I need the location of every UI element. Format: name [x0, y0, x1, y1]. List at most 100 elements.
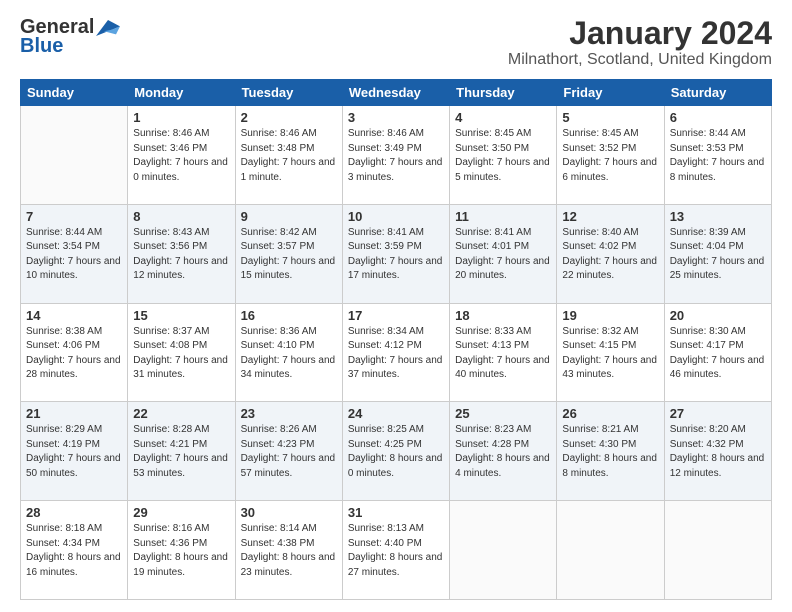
day-number: 15 — [133, 308, 229, 323]
day-number: 30 — [241, 505, 337, 520]
calendar-week-row: 7Sunrise: 8:44 AMSunset: 3:54 PMDaylight… — [21, 204, 772, 303]
header-tuesday: Tuesday — [235, 80, 342, 106]
table-row: 6 Sunrise: 8:44 AMSunset: 3:53 PMDaylight… — [664, 106, 771, 205]
day-number: 14 — [26, 308, 122, 323]
table-row: 10 Sunrise: 8:41 AMSunset: 3:59 PMDayligh… — [342, 204, 449, 303]
day-number: 1 — [133, 110, 229, 125]
day-info: Sunrise: 8:34 AMSunset: 4:12 PMDaylight:… — [348, 325, 444, 383]
header: General Blue January 2024 Milnathort, Sc… — [20, 16, 772, 69]
logo: General Blue — [20, 16, 120, 58]
table-row: 23 Sunrise: 8:26 AMSunset: 4:23 PMDayligh… — [235, 402, 342, 501]
day-number: 2 — [241, 110, 337, 125]
day-info: Sunrise: 8:37 AMSunset: 4:08 PMDaylight:… — [133, 325, 229, 383]
day-info: Sunrise: 8:46 AMSunset: 3:49 PMDaylight:… — [348, 127, 444, 185]
table-row: 5 Sunrise: 8:45 AMSunset: 3:52 PMDaylight… — [557, 106, 664, 205]
day-number: 3 — [348, 110, 444, 125]
calendar-week-row: 14 Sunrise: 8:38 AMSunset: 4:06 PMDayligh… — [21, 303, 772, 402]
day-info: Sunrise: 8:46 AMSunset: 3:48 PMDaylight:… — [241, 127, 337, 185]
day-number: 6 — [670, 110, 766, 125]
day-info: Sunrise: 8:28 AMSunset: 4:21 PMDaylight:… — [133, 423, 229, 481]
day-info: Sunrise: 8:44 AMSunset: 3:53 PMDaylight:… — [670, 127, 766, 185]
day-number: 12 — [562, 209, 658, 224]
logo-blue: Blue — [20, 35, 63, 58]
day-info: Sunrise: 8:44 AMSunset: 3:54 PMDaylight:… — [26, 226, 122, 284]
table-row: 29 Sunrise: 8:16 AMSunset: 4:36 PMDayligh… — [128, 501, 235, 600]
day-number: 31 — [348, 505, 444, 520]
header-wednesday: Wednesday — [342, 80, 449, 106]
table-row: 11 Sunrise: 8:41 AMSunset: 4:01 PMDayligh… — [450, 204, 557, 303]
day-info: Sunrise: 8:36 AMSunset: 4:10 PMDaylight:… — [241, 325, 337, 383]
header-thursday: Thursday — [450, 80, 557, 106]
day-number: 22 — [133, 406, 229, 421]
table-row: 15 Sunrise: 8:37 AMSunset: 4:08 PMDayligh… — [128, 303, 235, 402]
table-row: 27 Sunrise: 8:20 AMSunset: 4:32 PMDayligh… — [664, 402, 771, 501]
table-row — [664, 501, 771, 600]
table-row: 13Sunrise: 8:39 AMSunset: 4:04 PMDayligh… — [664, 204, 771, 303]
day-number: 5 — [562, 110, 658, 125]
day-info: Sunrise: 8:18 AMSunset: 4:34 PMDaylight:… — [26, 522, 122, 580]
day-number: 21 — [26, 406, 122, 421]
table-row: 18 Sunrise: 8:33 AMSunset: 4:13 PMDayligh… — [450, 303, 557, 402]
day-info: Sunrise: 8:16 AMSunset: 4:36 PMDaylight:… — [133, 522, 229, 580]
day-number: 24 — [348, 406, 444, 421]
table-row: 8Sunrise: 8:43 AMSunset: 3:56 PMDaylight… — [128, 204, 235, 303]
day-number: 25 — [455, 406, 551, 421]
day-number: 26 — [562, 406, 658, 421]
day-info: Sunrise: 8:29 AMSunset: 4:19 PMDaylight:… — [26, 423, 122, 481]
calendar-week-row: 28Sunrise: 8:18 AMSunset: 4:34 PMDayligh… — [21, 501, 772, 600]
day-number: 9 — [241, 209, 337, 224]
logo-bird-icon — [96, 20, 120, 36]
day-info: Sunrise: 8:39 AMSunset: 4:04 PMDaylight:… — [670, 226, 766, 284]
day-info: Sunrise: 8:13 AMSunset: 4:40 PMDaylight:… — [348, 522, 444, 580]
day-info: Sunrise: 8:23 AMSunset: 4:28 PMDaylight:… — [455, 423, 551, 481]
header-sunday: Sunday — [21, 80, 128, 106]
day-number: 20 — [670, 308, 766, 323]
table-row: 26Sunrise: 8:21 AMSunset: 4:30 PMDayligh… — [557, 402, 664, 501]
day-info: Sunrise: 8:20 AMSunset: 4:32 PMDaylight:… — [670, 423, 766, 481]
table-row: 16 Sunrise: 8:36 AMSunset: 4:10 PMDayligh… — [235, 303, 342, 402]
day-info: Sunrise: 8:26 AMSunset: 4:23 PMDaylight:… — [241, 423, 337, 481]
day-number: 18 — [455, 308, 551, 323]
table-row: 4 Sunrise: 8:45 AMSunset: 3:50 PMDaylight… — [450, 106, 557, 205]
day-info: Sunrise: 8:32 AMSunset: 4:15 PMDaylight:… — [562, 325, 658, 383]
day-number: 8 — [133, 209, 229, 224]
table-row: 24Sunrise: 8:25 AMSunset: 4:25 PMDayligh… — [342, 402, 449, 501]
table-row: 25 Sunrise: 8:23 AMSunset: 4:28 PMDayligh… — [450, 402, 557, 501]
day-info: Sunrise: 8:30 AMSunset: 4:17 PMDaylight:… — [670, 325, 766, 383]
day-number: 29 — [133, 505, 229, 520]
table-row: 3 Sunrise: 8:46 AMSunset: 3:49 PMDaylight… — [342, 106, 449, 205]
day-info: Sunrise: 8:33 AMSunset: 4:13 PMDaylight:… — [455, 325, 551, 383]
header-monday: Monday — [128, 80, 235, 106]
location-title: Milnathort, Scotland, United Kingdom — [508, 51, 772, 69]
table-row: 7Sunrise: 8:44 AMSunset: 3:54 PMDaylight… — [21, 204, 128, 303]
day-number: 11 — [455, 209, 551, 224]
day-number: 10 — [348, 209, 444, 224]
table-row: 12 Sunrise: 8:40 AMSunset: 4:02 PMDayligh… — [557, 204, 664, 303]
table-row: 28Sunrise: 8:18 AMSunset: 4:34 PMDayligh… — [21, 501, 128, 600]
day-info: Sunrise: 8:41 AMSunset: 4:01 PMDaylight:… — [455, 226, 551, 284]
table-row — [450, 501, 557, 600]
table-row: 14 Sunrise: 8:38 AMSunset: 4:06 PMDayligh… — [21, 303, 128, 402]
day-number: 27 — [670, 406, 766, 421]
month-title: January 2024 — [508, 16, 772, 51]
day-info: Sunrise: 8:46 AMSunset: 3:46 PMDaylight:… — [133, 127, 229, 185]
title-block: January 2024 Milnathort, Scotland, Unite… — [508, 16, 772, 69]
calendar-table: Sunday Monday Tuesday Wednesday Thursday… — [20, 79, 772, 600]
table-row: 19Sunrise: 8:32 AMSunset: 4:15 PMDayligh… — [557, 303, 664, 402]
calendar-week-row: 1 Sunrise: 8:46 AMSunset: 3:46 PMDaylight… — [21, 106, 772, 205]
day-number: 4 — [455, 110, 551, 125]
day-info: Sunrise: 8:40 AMSunset: 4:02 PMDaylight:… — [562, 226, 658, 284]
weekday-header-row: Sunday Monday Tuesday Wednesday Thursday… — [21, 80, 772, 106]
day-number: 16 — [241, 308, 337, 323]
table-row: 30Sunrise: 8:14 AMSunset: 4:38 PMDayligh… — [235, 501, 342, 600]
table-row: 21 Sunrise: 8:29 AMSunset: 4:19 PMDayligh… — [21, 402, 128, 501]
day-info: Sunrise: 8:41 AMSunset: 3:59 PMDaylight:… — [348, 226, 444, 284]
day-info: Sunrise: 8:45 AMSunset: 3:52 PMDaylight:… — [562, 127, 658, 185]
day-info: Sunrise: 8:38 AMSunset: 4:06 PMDaylight:… — [26, 325, 122, 383]
day-number: 23 — [241, 406, 337, 421]
table-row: 1 Sunrise: 8:46 AMSunset: 3:46 PMDaylight… — [128, 106, 235, 205]
day-info: Sunrise: 8:42 AMSunset: 3:57 PMDaylight:… — [241, 226, 337, 284]
day-info: Sunrise: 8:45 AMSunset: 3:50 PMDaylight:… — [455, 127, 551, 185]
table-row: 20 Sunrise: 8:30 AMSunset: 4:17 PMDayligh… — [664, 303, 771, 402]
header-friday: Friday — [557, 80, 664, 106]
